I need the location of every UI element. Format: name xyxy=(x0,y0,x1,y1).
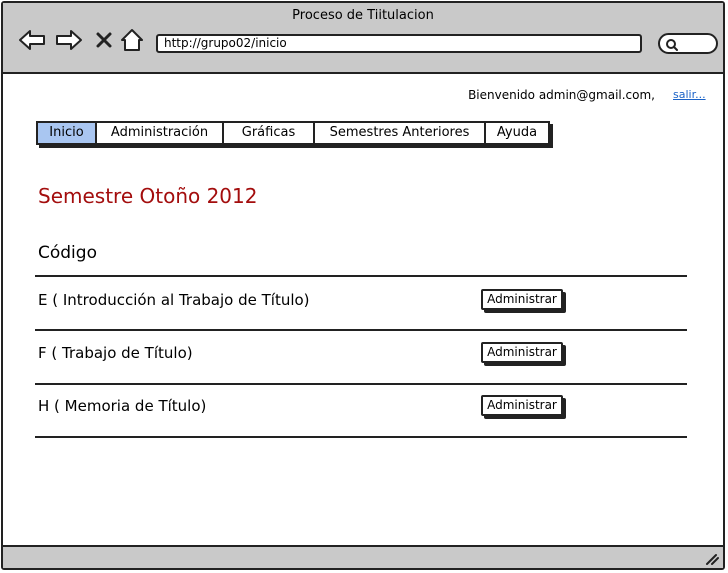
tab-inicio[interactable]: Inicio xyxy=(38,123,97,143)
tab-administracion[interactable]: Administración xyxy=(97,123,224,143)
home-icon[interactable] xyxy=(117,25,147,55)
table-divider xyxy=(35,383,687,385)
logout-link[interactable]: salir... xyxy=(673,88,706,101)
main-tab-bar: Inicio Administración Gráficas Semestres… xyxy=(36,121,550,145)
table-divider xyxy=(35,329,687,331)
administrar-button[interactable]: Administrar xyxy=(481,395,563,416)
administrar-button[interactable]: Administrar xyxy=(481,342,563,363)
browser-search-field[interactable] xyxy=(658,33,718,54)
url-field[interactable]: http://grupo02/inicio xyxy=(156,34,642,53)
administrar-button[interactable]: Administrar xyxy=(481,289,563,310)
welcome-text: Bienvenido admin@gmail.com, xyxy=(468,88,655,102)
table-row-label: E ( Introducción al Trabajo de Título) xyxy=(38,291,310,309)
column-header-codigo: Código xyxy=(38,243,97,263)
close-icon[interactable] xyxy=(89,25,119,55)
tab-graficas[interactable]: Gráficas xyxy=(224,123,315,143)
tab-semestres-anteriores[interactable]: Semestres Anteriores xyxy=(315,123,486,143)
table-divider xyxy=(35,275,687,277)
forward-arrow-icon[interactable] xyxy=(54,25,84,55)
browser-toolbar: Proceso de Tiitulacion http://grupo02/in… xyxy=(3,3,723,74)
back-arrow-icon[interactable] xyxy=(17,25,47,55)
search-icon xyxy=(666,39,678,51)
status-bar xyxy=(3,545,723,568)
resize-grip-icon[interactable] xyxy=(705,553,719,565)
tab-ayuda[interactable]: Ayuda xyxy=(486,123,548,143)
browser-window: Proceso de Tiitulacion http://grupo02/in… xyxy=(1,1,725,570)
semester-title: Semestre Otoño 2012 xyxy=(38,184,258,208)
table-row-label: F ( Trabajo de Título) xyxy=(38,344,193,362)
table-row-label: H ( Memoria de Título) xyxy=(38,397,207,415)
window-title: Proceso de Tiitulacion xyxy=(292,8,434,23)
table-divider xyxy=(35,436,687,438)
